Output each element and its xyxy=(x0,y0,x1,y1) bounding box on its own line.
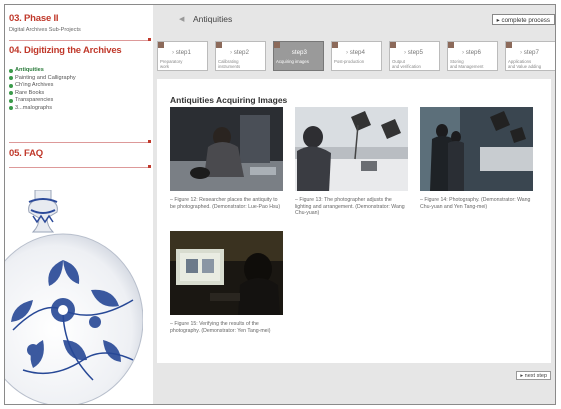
step-label: Applications and Value adding xyxy=(508,59,542,69)
step-flag-icon xyxy=(332,42,338,48)
divider xyxy=(9,40,149,41)
sidebar-item-label: Painting and Calligraphy xyxy=(15,74,76,81)
figure-12: – Figure 12: Researcher places the antiq… xyxy=(170,107,283,210)
step-flag-icon xyxy=(390,42,396,48)
step-number: step5 xyxy=(404,49,423,56)
divider xyxy=(9,167,149,168)
step-flag-icon xyxy=(506,42,512,48)
sidebar-item-rare-books[interactable]: Rare Books xyxy=(9,90,76,98)
figure-14: – Figure 14: Photography. (Demonstrator:… xyxy=(420,107,533,210)
step-label: Calibrating instruments xyxy=(218,59,241,69)
figure-caption: – Figure 13: The photographer adjusts th… xyxy=(295,197,405,216)
step-flag-icon xyxy=(158,42,164,48)
breadcrumb-arrow-icon: ◀ xyxy=(179,16,185,23)
step-label: Post-production xyxy=(334,59,365,64)
step-tab-3[interactable]: step3 Acquiring images xyxy=(273,41,324,71)
step-flag-icon xyxy=(448,42,454,48)
step-tab-4[interactable]: step4 Post-production xyxy=(331,41,382,71)
sidebar: 03. Phase II Digital Archives Sub-Projec… xyxy=(5,5,151,404)
step-number: step1 xyxy=(172,49,191,56)
bullet-icon xyxy=(9,106,13,111)
step-tab-2[interactable]: step2 Calibrating instruments xyxy=(215,41,266,71)
porcelain-vase-image xyxy=(5,190,143,404)
sidebar-item-label: 3...malographs xyxy=(15,104,53,111)
sidebar-section-title[interactable]: 03. Phase II xyxy=(9,13,81,24)
photo-verifying-results[interactable] xyxy=(170,231,283,315)
sidebar-section-faq[interactable]: 05. FAQ xyxy=(9,148,43,159)
sidebar-sub-list: Antiquities Painting and Calligraphy Ch'… xyxy=(9,67,76,112)
bullet-icon xyxy=(9,76,13,81)
step-label: Preparatory work xyxy=(160,59,183,69)
step-number: step6 xyxy=(462,49,481,56)
step-number: step7 xyxy=(520,49,539,56)
figure-15: – Figure 15: Verifying the results of th… xyxy=(170,231,283,334)
bullet-icon xyxy=(9,68,13,73)
step-label: Storing and Management xyxy=(450,59,484,69)
sidebar-item-label: Transparencies xyxy=(15,97,54,103)
photo-photography[interactable] xyxy=(420,107,533,191)
section-marker-icon xyxy=(148,38,151,41)
bullet-icon xyxy=(9,98,13,103)
step-flag-icon xyxy=(216,42,222,48)
divider xyxy=(9,142,149,143)
main-content: ◀ Antiquities ▸ complete process step1 Pr… xyxy=(153,5,555,404)
step-tab-6[interactable]: step6 Storing and Management xyxy=(447,41,498,71)
step-label: Acquiring images xyxy=(276,59,309,64)
next-step-button[interactable]: ▸ next step xyxy=(516,371,551,380)
sidebar-item-antiquities[interactable]: Antiquities xyxy=(9,67,76,75)
content-panel: Antiquities Acquiring Images – Figure 12… xyxy=(157,79,551,363)
step-number: step3 xyxy=(288,49,307,56)
header-bar: ◀ Antiquities ▸ complete process xyxy=(153,13,555,27)
figure-13: – Figure 13: The photographer adjusts th… xyxy=(295,107,408,217)
step-tab-7[interactable]: step7 Applications and Value adding xyxy=(505,41,555,71)
sidebar-item-ching-archives[interactable]: Ch'ing Archives xyxy=(9,82,76,90)
sidebar-section-digitizing[interactable]: 04. Digitizing the Archives xyxy=(9,45,122,56)
sidebar-section-title[interactable]: 04. Digitizing the Archives xyxy=(9,45,122,56)
step-tab-1[interactable]: step1 Preparatory work xyxy=(157,41,208,71)
step-label: Output and verification xyxy=(392,59,421,69)
complete-process-button[interactable]: ▸ complete process xyxy=(491,14,555,25)
sidebar-item-painting[interactable]: Painting and Calligraphy xyxy=(9,75,76,83)
sidebar-item-label: Ch'ing Archives xyxy=(15,82,54,88)
sidebar-item-label: Antiquities xyxy=(15,67,44,73)
figure-caption: – Figure 14: Photography. (Demonstrator:… xyxy=(420,197,531,210)
app-frame: 03. Phase II Digital Archives Sub-Projec… xyxy=(4,4,556,405)
sidebar-item-transparencies[interactable]: Transparencies xyxy=(9,97,76,105)
bullet-icon xyxy=(9,91,13,96)
sidebar-item-label: Rare Books xyxy=(15,89,45,96)
step-tab-5[interactable]: step5 Output and verification xyxy=(389,41,440,71)
step-number: step2 xyxy=(230,49,249,56)
section-marker-icon xyxy=(148,140,151,143)
breadcrumb: Antiquities xyxy=(193,14,233,24)
sidebar-section-title[interactable]: 05. FAQ xyxy=(9,148,43,159)
sidebar-section-phase2[interactable]: 03. Phase II Digital Archives Sub-Projec… xyxy=(9,13,81,33)
page-title: Antiquities Acquiring Images xyxy=(170,95,288,105)
step-number: step4 xyxy=(346,49,365,56)
sidebar-section-subtitle[interactable]: Digital Archives Sub-Projects xyxy=(9,27,81,33)
bullet-icon xyxy=(9,83,13,88)
figure-caption: – Figure 12: Researcher places the antiq… xyxy=(170,197,281,210)
section-marker-icon xyxy=(148,165,151,168)
step-navigation: step1 Preparatory work step2 Calibrating in… xyxy=(157,41,555,73)
sidebar-item-malographs[interactable]: 3...malographs xyxy=(9,105,76,113)
photo-researcher-places-antiquity[interactable] xyxy=(170,107,283,191)
step-flag-icon xyxy=(274,42,280,48)
photo-photographer-adjusts-lighting[interactable] xyxy=(295,107,408,191)
figure-caption: – Figure 15: Verifying the results of th… xyxy=(170,321,271,334)
